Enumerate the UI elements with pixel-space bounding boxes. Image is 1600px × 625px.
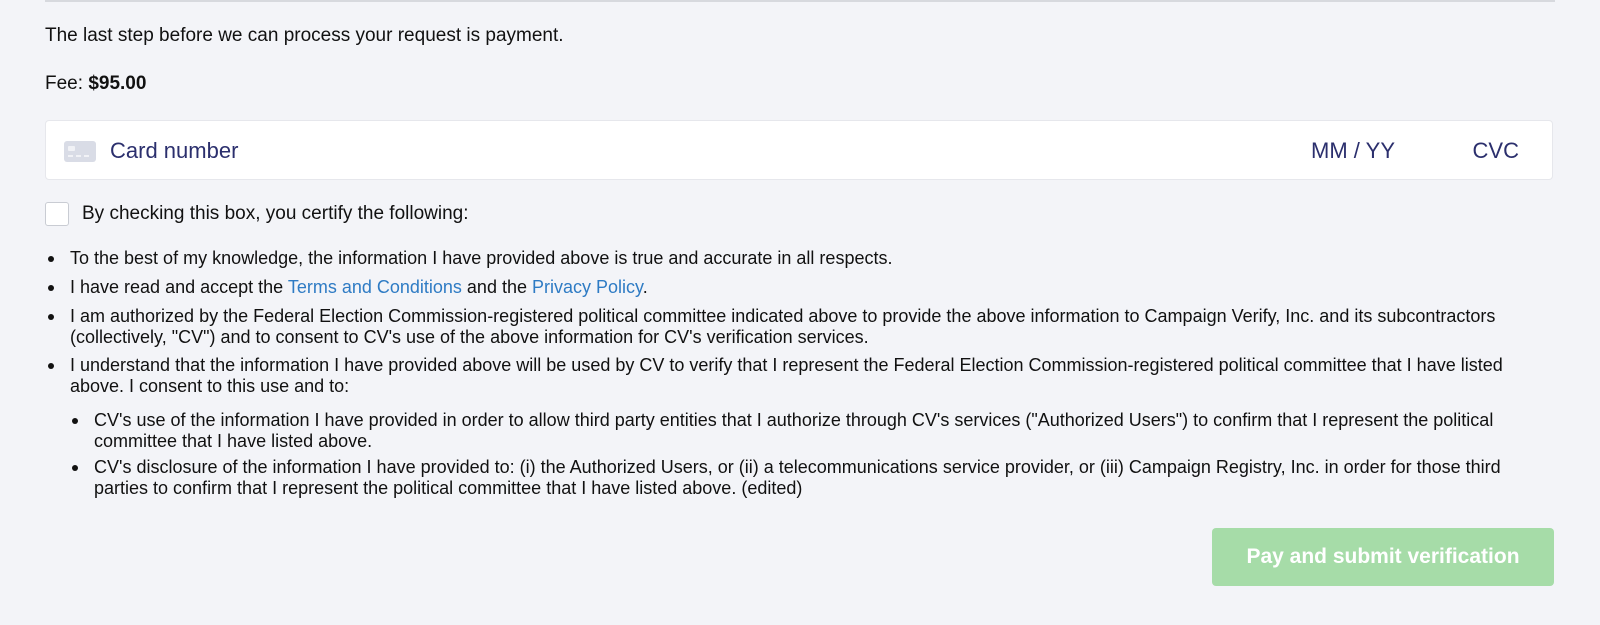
pay-and-submit-button[interactable]: Pay and submit verification	[1212, 528, 1554, 586]
bullet-icon	[48, 256, 54, 262]
card-expiry-input[interactable]: MM / YY	[1311, 137, 1395, 165]
privacy-policy-link[interactable]: Privacy Policy	[532, 277, 643, 297]
top-divider	[45, 0, 1555, 2]
certification-label[interactable]: By checking this box, you certify the fo…	[82, 202, 469, 226]
card-input-field[interactable]: Card number MM / YY CVC	[45, 120, 1553, 180]
bullet-icon	[72, 465, 78, 471]
terms-suffix: .	[642, 277, 648, 297]
certification-checkbox[interactable]	[45, 202, 69, 226]
bullet-icon	[48, 285, 54, 291]
terms-and-conditions-link[interactable]: Terms and Conditions	[288, 277, 462, 297]
certification-item-accuracy: To the best of my knowledge, the informa…	[70, 248, 893, 268]
terms-prefix: I have read and accept the	[70, 277, 288, 297]
payment-intro: The last step before we can process your…	[45, 25, 564, 46]
bullet-icon	[72, 418, 78, 424]
certification-subitem-authorized-users: CV's use of the information I have provi…	[94, 410, 1494, 451]
fee-amount: $95.00	[88, 73, 147, 94]
fee-label: Fee:	[45, 73, 84, 94]
terms-middle: and the	[461, 277, 532, 297]
certification-item-authorized: I am authorized by the Federal Election …	[70, 306, 1496, 347]
bullet-icon	[48, 363, 54, 369]
card-icon	[64, 141, 96, 162]
bullet-icon	[48, 314, 54, 320]
certification-item-consent: I understand that the information I have…	[70, 355, 1503, 396]
fee-row: Fee: $95.00	[45, 72, 146, 96]
card-cvc-input[interactable]: CVC	[1473, 137, 1519, 165]
certification-item-terms: I have read and accept the Terms and Con…	[70, 277, 1525, 298]
certification-subitem-disclosure: CV's disclosure of the information I hav…	[94, 457, 1501, 498]
card-number-input[interactable]: Card number	[110, 137, 238, 165]
